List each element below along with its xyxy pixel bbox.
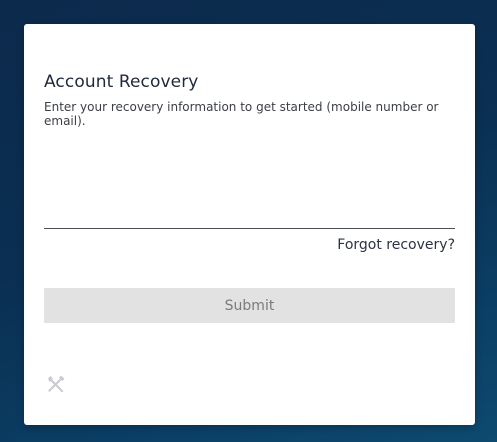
recovery-card: Account Recovery Enter your recovery inf…: [24, 24, 475, 425]
submit-button[interactable]: Submit: [44, 288, 455, 323]
tools-icon: [44, 372, 68, 396]
forgot-recovery-link[interactable]: Forgot recovery?: [337, 237, 455, 253]
page-title: Account Recovery: [44, 72, 199, 92]
recovery-input[interactable]: [44, 204, 455, 229]
instructions-text: Enter your recovery information to get s…: [44, 100, 439, 128]
